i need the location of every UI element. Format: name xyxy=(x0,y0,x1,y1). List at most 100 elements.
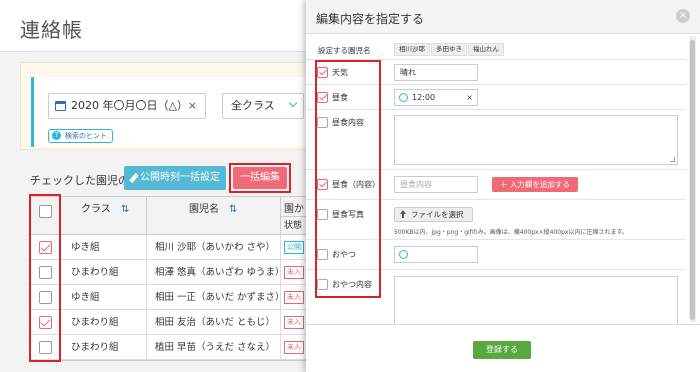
weather-label: 天気 xyxy=(332,68,348,77)
children-label: 設定する園児名 xyxy=(318,46,371,55)
publish-time-bulk-button[interactable]: 公開時刻一括設定 xyxy=(124,166,226,190)
lunch-item-label: 昼食（内容） xyxy=(332,180,380,189)
modal-footer: 登録する xyxy=(306,324,700,372)
date-value: 2020 年〇月〇日（△） xyxy=(71,99,188,112)
clear-time-icon[interactable]: × xyxy=(466,90,473,105)
field-lunch-photo: 昼食写真 ファイルを選択 500KB以内、jpg・png・gifのみ。画像は、横… xyxy=(306,199,686,239)
child-chip: 多田ゆき xyxy=(431,43,467,56)
snack-content-label: おやつ内容 xyxy=(332,280,372,289)
edit-modal: 編集内容を指定する × 設定する園児名 相川沙耶 多田ゆき 福山れん 天気 晴れ… xyxy=(306,0,700,372)
status-badge: 未入 xyxy=(284,341,304,354)
calendar-icon xyxy=(55,101,66,111)
field-snack-content: おやつ内容 xyxy=(306,269,686,324)
snack-time-input[interactable] xyxy=(394,246,478,263)
pencil-icon xyxy=(129,172,139,184)
table-row[interactable]: ゆき組 相田 一正（あいだ かずまさ） 未入 xyxy=(31,285,309,310)
row-checkbox[interactable] xyxy=(39,266,52,279)
table-row[interactable]: ひまわり組 植田 早苗（うえだ さなえ） 未入 xyxy=(31,335,309,360)
page-header: 連絡帳 xyxy=(0,0,310,52)
row-class: ゆき組 xyxy=(61,235,147,260)
row-name[interactable]: 相田 一正（あいだ かずまさ） xyxy=(147,285,281,310)
question-icon: ? xyxy=(52,131,61,140)
header-name-label: 園児名 xyxy=(189,204,219,215)
snack-content-textarea[interactable] xyxy=(394,276,678,324)
search-panel: 2020 年〇月〇日（△） × 全クラス ? 検索のヒント xyxy=(20,62,311,150)
file-note: 500KB以内、jpg・png・gifのみ。画像は、横400px×縦400px以… xyxy=(394,229,628,236)
row-class: ゆき組 xyxy=(61,285,147,310)
sort-icon[interactable]: ⇅ xyxy=(121,204,129,215)
field-lunch: 昼食 12:00 × xyxy=(306,84,686,109)
row-class: ひまわり組 xyxy=(61,310,147,335)
row-checkbox[interactable] xyxy=(39,241,52,254)
search-hint-label: 検索のヒント xyxy=(65,132,107,140)
weather-checkbox[interactable] xyxy=(317,67,328,78)
header-select-all xyxy=(31,197,61,235)
resize-handle[interactable] xyxy=(670,157,675,162)
table-row[interactable]: ひまわり組 相田 友治（あいだ ともじ） 未入 xyxy=(31,310,309,335)
date-field[interactable]: 2020 年〇月〇日（△） × xyxy=(48,93,206,119)
modal-scrollbar-thumb[interactable] xyxy=(690,40,695,320)
status-badge: 未入 xyxy=(284,316,304,329)
class-select[interactable]: 全クラス xyxy=(222,93,304,119)
header-status-label: 園か xyxy=(284,204,304,215)
file-select-button[interactable]: ファイルを選択 xyxy=(394,207,473,222)
row-name[interactable]: 植田 早苗（うえだ さなえ） xyxy=(147,335,281,360)
field-snack: おやつ xyxy=(306,239,686,269)
field-lunch-content: 昼食内容 xyxy=(306,109,686,169)
clear-date-icon[interactable]: × xyxy=(188,94,197,118)
row-name[interactable]: 相澤 悠真（あいざわ ゆうま） xyxy=(147,260,281,285)
lunch-checkbox[interactable] xyxy=(317,92,328,103)
snack-checkbox[interactable] xyxy=(317,249,328,260)
lunch-item-checkbox[interactable] xyxy=(317,179,328,190)
header-class[interactable]: クラス ⇅ xyxy=(61,197,147,235)
table-row[interactable]: ひまわり組 相澤 悠真（あいざわ ゆうま） 未入 xyxy=(31,260,309,285)
lunch-content-label: 昼食内容 xyxy=(332,118,364,127)
page-title: 連絡帳 xyxy=(20,18,83,42)
class-select-value: 全クラス xyxy=(231,99,275,112)
close-icon[interactable]: × xyxy=(676,9,690,23)
bulk-edit-label: 一括編集 xyxy=(233,167,287,189)
field-lunch-item: 昼食（内容） 昼食内容 ＋ 入力欄を追加する xyxy=(306,169,686,199)
row-checkbox[interactable] xyxy=(39,291,52,304)
row-class: ひまわり組 xyxy=(61,335,147,360)
add-input-button[interactable]: ＋ 入力欄を追加する xyxy=(492,177,578,192)
table-header: クラス ⇅ 園児名 ⇅ 園か 状態 xyxy=(31,197,311,235)
header-class-label: クラス xyxy=(81,204,111,215)
upload-icon xyxy=(400,210,406,218)
search-form: 2020 年〇月〇日（△） × 全クラス ? 検索のヒント xyxy=(31,77,311,147)
status-badge: 未入 xyxy=(284,291,304,304)
status-badge: 公開 xyxy=(284,241,304,254)
sort-icon[interactable]: ⇅ xyxy=(229,204,237,215)
register-button[interactable]: 登録する xyxy=(473,341,531,359)
chevron-down-icon xyxy=(288,98,298,108)
lunch-time-input[interactable]: 12:00 × xyxy=(394,89,478,106)
bulk-edit-button[interactable]: 一括編集 xyxy=(229,163,291,193)
lunch-label: 昼食 xyxy=(332,93,348,102)
modal-body: 設定する園児名 相川沙耶 多田ゆき 福山れん 天気 晴れ 昼食 12:00 × … xyxy=(306,34,700,324)
publish-time-bulk-label: 公開時刻一括設定 xyxy=(140,172,220,183)
snack-content-checkbox[interactable] xyxy=(317,279,328,290)
status-badge: 未入 xyxy=(284,266,304,279)
weather-input[interactable]: 晴れ xyxy=(394,64,478,81)
checked-children-label: チェックした園児の xyxy=(30,174,129,187)
children-table: クラス ⇅ 園児名 ⇅ 園か 状態 ゆき組 相川 沙耶（あいかわ さや） 公開 ひま… xyxy=(30,196,311,361)
row-class: ひまわり組 xyxy=(61,260,147,285)
lunch-item-input[interactable]: 昼食内容 xyxy=(394,176,478,193)
lunch-content-checkbox[interactable] xyxy=(317,117,328,128)
lunch-photo-checkbox[interactable] xyxy=(317,209,328,220)
modal-header: 編集内容を指定する × xyxy=(306,0,700,34)
snack-label: おやつ xyxy=(332,250,356,259)
table-row[interactable]: ゆき組 相川 沙耶（あいかわ さや） 公開 xyxy=(31,235,309,260)
clock-icon xyxy=(399,93,408,102)
child-chip: 福山れん xyxy=(468,43,504,56)
header-name[interactable]: 園児名 ⇅ xyxy=(147,197,281,235)
row-name[interactable]: 相川 沙耶（あいかわ さや） xyxy=(147,235,281,260)
lunch-content-textarea[interactable] xyxy=(394,115,678,165)
row-checkbox[interactable] xyxy=(39,341,52,354)
lunch-time-value: 12:00 xyxy=(412,93,436,102)
search-hint-button[interactable]: ? 検索のヒント xyxy=(48,129,113,143)
row-name[interactable]: 相田 友治（あいだ ともじ） xyxy=(147,310,281,335)
modal-title: 編集内容を指定する xyxy=(316,12,425,26)
row-checkbox[interactable] xyxy=(39,316,52,329)
select-all-checkbox[interactable] xyxy=(39,205,52,218)
